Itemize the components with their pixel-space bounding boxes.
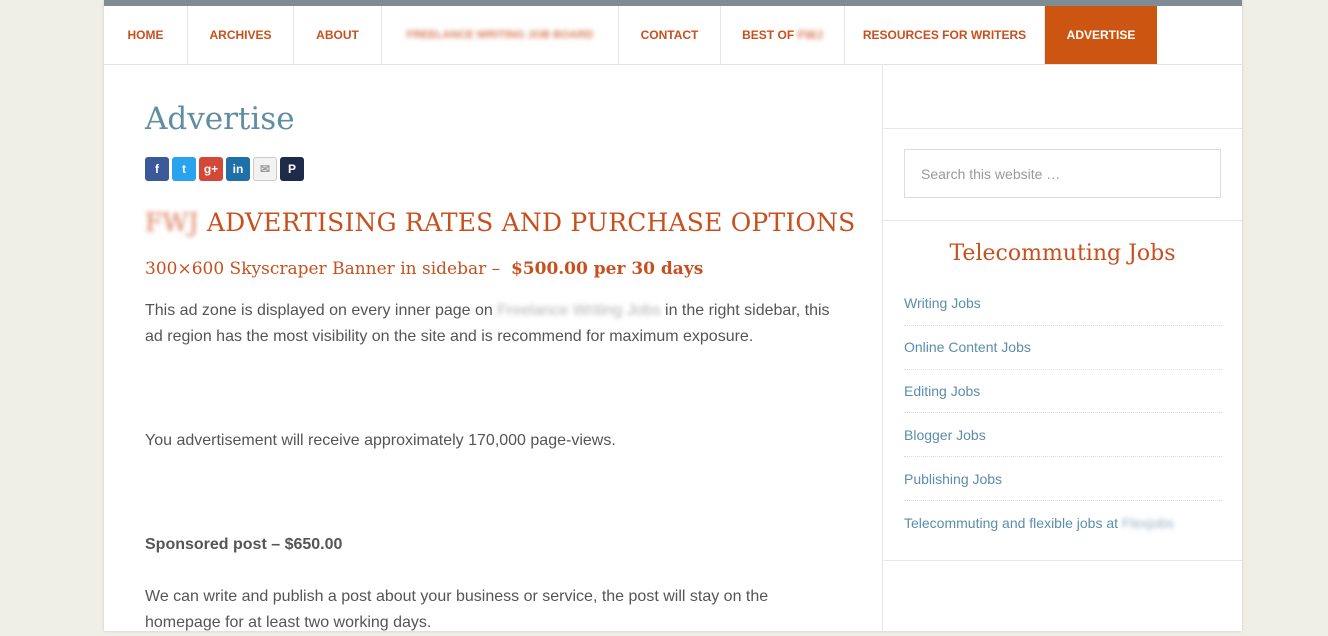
nav-home[interactable]: HOME [104,6,188,64]
nav-archives[interactable]: ARCHIVES [188,6,294,64]
nav-about[interactable]: ABOUT [294,6,382,64]
sidebar-divider [883,128,1242,129]
patreon-glyph: P [287,162,296,176]
main-content: Advertise f t g+ in ✉ P FWJ ADVERTISING … [104,64,883,631]
flexjobs-link[interactable]: Flexjobs [1122,515,1174,531]
nav-best-of-suffix: FWJ [797,28,823,42]
job-link-blogger[interactable]: Blogger Jobs [904,413,1222,458]
pageviews-text: You advertisement will receive approxima… [145,432,616,449]
nav-advertise-label: ADVERTISE [1066,28,1136,42]
nav-contact[interactable]: CONTACT [619,6,721,64]
nav-best-of[interactable]: BEST OF FWJ [721,6,845,64]
share-buttons: f t g+ in ✉ P [145,157,304,181]
job-link-writing[interactable]: Writing Jobs [904,282,1222,326]
nav-best-of-label: BEST OF [742,28,795,42]
nav-resources[interactable]: RESOURCES FOR WRITERS [845,6,1045,64]
search-input[interactable] [904,149,1221,198]
nav-resources-label: RESOURCES FOR WRITERS [862,28,1027,42]
patreon-share-icon[interactable]: P [280,157,304,181]
job-link-publishing[interactable]: Publishing Jobs [904,457,1222,501]
widget-title: Telecommuting Jobs [949,241,1176,266]
facebook-glyph: f [155,162,159,176]
nav-contact-label: CONTACT [640,28,699,42]
nav-archives-label: ARCHIVES [209,28,272,42]
twitter-glyph: t [182,162,186,176]
skyscraper-description: This ad zone is displayed on every inner… [145,298,835,350]
nav-about-label: ABOUT [316,28,359,42]
skyscraper-heading: 300×600 Skyscraper Banner in sidebar – $… [145,259,703,279]
para1-before: This ad zone is displayed on every inner… [145,302,493,319]
site-container: HOME ARCHIVES ABOUT FREELANCE WRITING JO… [104,0,1242,631]
sponsored-post-price: Sponsored post – $650.00 [145,536,343,553]
rates-heading-prefix: FWJ [145,208,199,237]
telecommuting-text: Telecommuting and flexible jobs at [904,514,1119,531]
nav-job-board[interactable]: FREELANCE WRITING JOB BOARD [382,6,619,64]
googleplus-glyph: g+ [203,162,219,176]
email-share-icon[interactable]: ✉ [253,157,277,181]
skyscraper-price: $500.00 per 30 days [510,259,704,279]
job-link-online-content[interactable]: Online Content Jobs [904,326,1222,370]
site-name-link[interactable]: Freelance Writing Jobs [497,302,660,319]
job-link-editing[interactable]: Editing Jobs [904,370,1222,414]
twitter-share-icon[interactable]: t [172,157,196,181]
facebook-share-icon[interactable]: f [145,157,169,181]
skyscraper-heading-text: 300×600 Skyscraper Banner in sidebar – [145,259,501,279]
googleplus-share-icon[interactable]: g+ [199,157,223,181]
email-glyph: ✉ [259,162,271,176]
sidebar: Telecommuting Jobs Writing Jobs Online C… [883,64,1242,631]
job-list: Writing Jobs Online Content Jobs Editing… [904,282,1222,545]
sidebar-divider [883,220,1242,221]
job-link-telecommuting[interactable]: Telecommuting and flexible jobs at Flexj… [904,501,1222,545]
nav-advertise[interactable]: ADVERTISE [1045,6,1157,64]
rates-heading-text: ADVERTISING RATES AND PURCHASE OPTIONS [206,208,856,237]
sidebar-divider [883,560,1242,561]
nav-job-board-label: FREELANCE WRITING JOB BOARD [406,29,594,41]
nav-home-label: HOME [127,28,164,42]
linkedin-share-icon[interactable]: in [226,157,250,181]
rates-heading: FWJ ADVERTISING RATES AND PURCHASE OPTIO… [145,208,856,237]
sponsored-description: We can write and publish a post about yo… [145,588,769,631]
linkedin-glyph: in [232,162,244,176]
main-navigation: HOME ARCHIVES ABOUT FREELANCE WRITING JO… [104,6,1242,65]
page-title: Advertise [145,101,295,137]
